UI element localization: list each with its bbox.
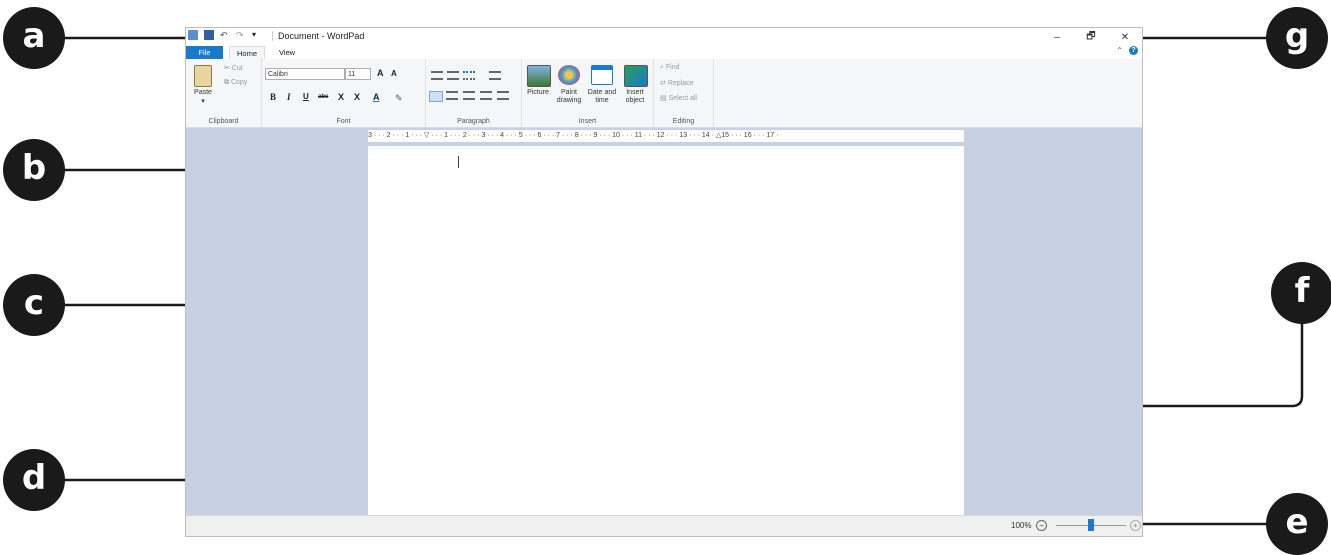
- strikethrough-button[interactable]: abc: [318, 94, 328, 100]
- ribbon: Paste ▾ ✂ Cut ⧉ Copy Clipboard Calibri 1…: [186, 59, 1142, 128]
- document-page[interactable]: [368, 146, 964, 526]
- justify-icon[interactable]: [480, 91, 492, 100]
- zoom-slider-thumb[interactable]: [1088, 519, 1094, 531]
- paint-drawing-label: Paint drawing: [556, 89, 582, 104]
- tab-home[interactable]: Home: [229, 46, 265, 59]
- window-controls: – 🗗 ✕: [1040, 28, 1142, 46]
- line-spacing-icon[interactable]: [489, 71, 501, 80]
- minimize-button[interactable]: –: [1040, 28, 1074, 46]
- find-button[interactable]: ⌕ Find: [660, 64, 680, 72]
- restore-button[interactable]: 🗗: [1074, 28, 1108, 46]
- close-button[interactable]: ✕: [1108, 28, 1142, 46]
- object-icon: [624, 65, 648, 87]
- wordpad-app-icon: [188, 30, 198, 40]
- help-icon[interactable]: ?: [1129, 46, 1138, 55]
- date-time-button[interactable]: Date and time: [586, 61, 618, 111]
- customize-qat-chevron-icon[interactable]: ▾: [252, 30, 262, 40]
- wordpad-window: ↶ ↷ ▾ Document - WordPad – 🗗 ✕ File Home…: [185, 27, 1143, 537]
- align-left-icon[interactable]: [429, 91, 443, 102]
- editing-group-label: Editing: [672, 118, 695, 125]
- group-paragraph: Paragraph: [426, 59, 522, 127]
- italic-button[interactable]: I: [287, 92, 291, 102]
- replace-icon: ⇄: [660, 80, 666, 87]
- paste-label: Paste: [194, 89, 212, 96]
- replace-label: Replace: [667, 80, 694, 87]
- picture-icon: [527, 65, 551, 87]
- shrink-font-button[interactable]: A: [391, 69, 397, 78]
- align-center-icon[interactable]: [446, 91, 458, 100]
- binoculars-icon: ⌕: [660, 64, 664, 71]
- select-all-button[interactable]: ▤ Select all: [660, 94, 697, 102]
- increase-indent-icon[interactable]: [447, 71, 459, 80]
- paste-button[interactable]: Paste ▾: [192, 63, 214, 105]
- title-bar: ↶ ↷ ▾ Document - WordPad – 🗗 ✕: [186, 28, 1142, 46]
- grow-font-button[interactable]: A: [377, 68, 384, 78]
- bold-button[interactable]: B: [270, 92, 276, 102]
- callout-a: a: [3, 7, 65, 69]
- text-color-button[interactable]: A: [373, 92, 380, 102]
- paragraph-group-label: Paragraph: [457, 118, 490, 125]
- ruler[interactable]: 3 · · · 2 · · · 1 · · · ▽ · · · 1 · · · …: [368, 130, 964, 142]
- callout-e: e: [1266, 493, 1328, 555]
- select-all-label: Select all: [668, 95, 697, 102]
- subscript-button[interactable]: X: [338, 92, 344, 102]
- group-clipboard: Paste ▾ ✂ Cut ⧉ Copy Clipboard: [186, 59, 262, 127]
- select-all-icon: ▤: [660, 95, 667, 102]
- tab-view[interactable]: View: [271, 46, 303, 59]
- picture-button[interactable]: Picture: [524, 61, 552, 111]
- zoom-in-button[interactable]: +: [1130, 520, 1141, 531]
- find-label: Find: [665, 64, 680, 71]
- insert-object-button[interactable]: Insert object: [620, 61, 650, 111]
- scissors-icon: ✂: [224, 65, 230, 72]
- copy-label: Copy: [230, 79, 248, 86]
- clipboard-icon: [194, 65, 212, 87]
- copy-icon: ⧉: [224, 79, 229, 86]
- minimize-ribbon-chevron-icon[interactable]: ⌃: [1116, 46, 1123, 55]
- callout-c: c: [3, 274, 65, 336]
- callout-b: b: [3, 139, 65, 201]
- copy-button[interactable]: ⧉ Copy: [224, 79, 247, 87]
- highlight-pen-icon[interactable]: ✎: [395, 93, 403, 104]
- insert-group-label: Insert: [578, 118, 597, 125]
- date-time-label: Date and time: [587, 89, 617, 104]
- group-editing: ⌕ Find ⇄ Replace ▤ Select all Editing: [654, 59, 714, 127]
- undo-icon[interactable]: ↶: [220, 30, 230, 40]
- replace-button[interactable]: ⇄ Replace: [660, 79, 694, 87]
- ribbon-right-controls: ⌃ ?: [1116, 46, 1138, 55]
- cut-button[interactable]: ✂ Cut: [224, 64, 243, 72]
- cut-label: Cut: [231, 65, 243, 72]
- save-icon[interactable]: [204, 30, 214, 40]
- group-insert: Picture Paint drawing Date and time Inse…: [522, 59, 654, 127]
- paste-dropdown-chevron-icon: ▾: [201, 98, 205, 105]
- zoom-level-text: 100%: [1011, 521, 1032, 530]
- bullets-icon[interactable]: [463, 71, 475, 80]
- callout-f: f: [1271, 262, 1331, 324]
- calendar-icon: [591, 65, 613, 85]
- paragraph-settings-icon[interactable]: [497, 91, 509, 100]
- text-caret: [458, 156, 459, 168]
- font-family-combo[interactable]: Calibri: [265, 68, 345, 80]
- quick-access-toolbar: ↶ ↷ ▾: [188, 30, 262, 40]
- window-title: Document - WordPad: [272, 31, 364, 41]
- insert-object-label: Insert object: [625, 89, 645, 104]
- decrease-indent-icon[interactable]: [431, 71, 443, 80]
- clipboard-group-label: Clipboard: [208, 118, 239, 125]
- font-group-label: Font: [336, 118, 351, 125]
- callout-d: d: [3, 449, 65, 511]
- underline-button[interactable]: U: [303, 92, 309, 101]
- callout-g: g: [1266, 7, 1328, 69]
- picture-label: Picture: [527, 89, 549, 96]
- redo-icon[interactable]: ↷: [236, 30, 246, 40]
- paint-palette-icon: [558, 65, 580, 85]
- ribbon-tabs: File Home View ⌃ ?: [186, 46, 1142, 59]
- superscript-button[interactable]: X: [354, 92, 360, 102]
- zoom-out-button[interactable]: −: [1036, 520, 1047, 531]
- align-right-icon[interactable]: [463, 91, 475, 100]
- tab-file[interactable]: File: [186, 46, 223, 59]
- font-size-combo[interactable]: 11: [345, 68, 371, 80]
- group-font: Calibri 11 A A B I U abc X X A ✎ Font: [262, 59, 426, 127]
- paint-drawing-button[interactable]: Paint drawing: [554, 61, 584, 111]
- status-bar: 100% − +: [186, 515, 1142, 536]
